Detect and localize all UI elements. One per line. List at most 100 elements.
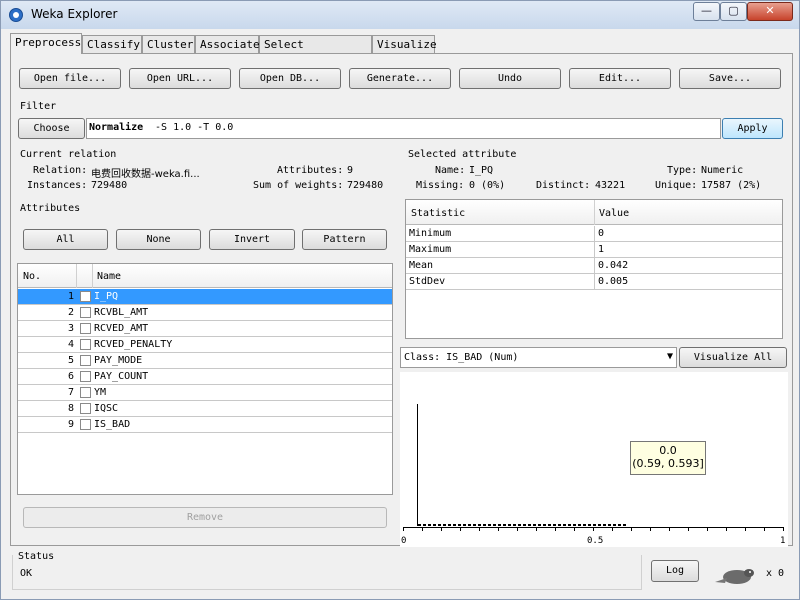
- row-attribute-name: RCVED_AMT: [94, 323, 149, 334]
- stat-value: 0.042: [598, 260, 629, 271]
- table-row[interactable]: 9 IS_BAD: [18, 417, 392, 433]
- column-header-statistic[interactable]: Statistic: [411, 208, 465, 219]
- table-row[interactable]: 6 PAY_COUNT: [18, 369, 392, 385]
- filter-args: -S 1.0 -T 0.0: [149, 122, 234, 133]
- statistics-table: Statistic Value Minimum 0 Maximum 1 Mean 0.04…: [405, 199, 783, 339]
- table-row[interactable]: 1 I_PQ: [18, 289, 392, 305]
- chevron-down-icon: ▼: [666, 351, 673, 362]
- row-checkbox[interactable]: [80, 323, 91, 334]
- stat-row[interactable]: Maximum 1: [406, 242, 782, 258]
- attr-type-label: Type:: [667, 165, 698, 176]
- filter-text-field[interactable]: Normalize -S 1.0 -T 0.0: [86, 118, 721, 139]
- row-checkbox[interactable]: [80, 403, 91, 414]
- filter-name: Normalize: [89, 122, 144, 133]
- close-button[interactable]: ✕: [747, 2, 793, 21]
- relation-label: Relation:: [33, 165, 88, 176]
- save-button[interactable]: Save...: [679, 68, 781, 89]
- table-row[interactable]: 2 RCVBL_AMT: [18, 305, 392, 321]
- row-attribute-name: RCVBL_AMT: [94, 307, 149, 318]
- invert-selection-button[interactable]: Invert: [209, 229, 295, 250]
- minimize-button[interactable]: —: [693, 2, 720, 21]
- histogram-tick-1: 1: [780, 536, 786, 546]
- row-number: 3: [67, 323, 74, 334]
- undo-button[interactable]: Undo: [459, 68, 561, 89]
- tab-preprocess[interactable]: Preprocess: [10, 33, 82, 54]
- pattern-button[interactable]: Pattern: [302, 229, 387, 250]
- row-checkbox[interactable]: [80, 291, 91, 302]
- tab-associate[interactable]: Associate: [195, 35, 260, 53]
- row-attribute-name: PAY_MODE: [94, 355, 143, 366]
- stat-row[interactable]: Minimum 0: [406, 226, 782, 242]
- column-header-name[interactable]: Name: [97, 271, 121, 282]
- stat-name: StdDev: [409, 276, 446, 287]
- status-text: OK: [20, 568, 33, 579]
- histogram-tick-0: 0: [401, 536, 407, 546]
- row-checkbox[interactable]: [80, 371, 91, 382]
- histogram-ticks: [403, 527, 784, 531]
- row-checkbox[interactable]: [80, 355, 91, 366]
- histogram-panel[interactable]: 0 0.5 1 0.0 (0.59, 0.593]: [400, 372, 788, 547]
- statistics-table-header: Statistic Value: [406, 200, 782, 225]
- log-button[interactable]: Log: [651, 560, 699, 582]
- row-attribute-name: RCVED_PENALTY: [94, 339, 173, 350]
- stat-name: Maximum: [409, 244, 452, 255]
- select-all-button[interactable]: All: [23, 229, 108, 250]
- remove-button[interactable]: Remove: [23, 507, 387, 528]
- column-header-no[interactable]: No.: [23, 271, 41, 282]
- current-relation-title: Current relation: [20, 149, 117, 160]
- attr-distinct-value: 43221: [595, 180, 626, 191]
- row-number: 8: [67, 403, 74, 414]
- attributes-count-label: Attributes:: [277, 165, 344, 176]
- attributes-count-value: 9: [347, 165, 354, 176]
- row-checkbox[interactable]: [80, 307, 91, 318]
- table-row[interactable]: 4 RCVED_PENALTY: [18, 337, 392, 353]
- histogram-small-bars: [418, 524, 628, 526]
- stat-row[interactable]: Mean 0.042: [406, 258, 782, 274]
- maximize-button[interactable]: ▢: [720, 2, 747, 21]
- attributes-table-body: 1 I_PQ 2 RCVBL_AMT 3 RCVED_AMT 4 RCVED_PENALTY 5…: [18, 289, 392, 433]
- visualize-all-button[interactable]: Visualize All: [679, 347, 787, 368]
- attr-unique-label: Unique:: [655, 180, 698, 191]
- tab-visualize[interactable]: Visualize: [372, 35, 437, 53]
- row-checkbox[interactable]: [80, 419, 91, 430]
- open-db-button[interactable]: Open DB...: [239, 68, 341, 89]
- sum-weights-value: 729480: [347, 180, 384, 191]
- table-row[interactable]: 3 RCVED_AMT: [18, 321, 392, 337]
- attr-type-value: Numeric: [701, 165, 744, 176]
- select-none-button[interactable]: None: [116, 229, 201, 250]
- row-checkbox[interactable]: [80, 387, 91, 398]
- table-row[interactable]: 7 YM: [18, 385, 392, 401]
- open-url-button[interactable]: Open URL...: [129, 68, 231, 89]
- edit-button[interactable]: Edit...: [569, 68, 671, 89]
- column-header-value[interactable]: Value: [599, 208, 629, 219]
- class-select-value: Class: IS_BAD (Num): [404, 352, 519, 363]
- filter-apply-button[interactable]: Apply: [722, 118, 783, 139]
- tab-cluster[interactable]: Cluster: [142, 35, 195, 53]
- stat-value: 0.005: [598, 276, 629, 287]
- title-bar[interactable]: Weka Explorer — ▢ ✕: [1, 1, 799, 29]
- attr-unique-value: 17587 (2%): [701, 180, 762, 191]
- generate-button[interactable]: Generate...: [349, 68, 451, 89]
- task-count: x 0: [766, 568, 785, 579]
- row-number: 6: [67, 371, 74, 382]
- open-file-button[interactable]: Open file...: [19, 68, 121, 89]
- filter-choose-button[interactable]: Choose: [18, 118, 85, 139]
- explorer-window: Weka Explorer — ▢ ✕ Preprocess Classify …: [0, 0, 800, 600]
- row-checkbox[interactable]: [80, 339, 91, 350]
- stat-name: Minimum: [409, 228, 452, 239]
- stat-row[interactable]: StdDev 0.005: [406, 274, 782, 290]
- row-attribute-name: PAY_COUNT: [94, 371, 149, 382]
- row-attribute-name: YM: [94, 387, 107, 398]
- attributes-section-title: Attributes: [20, 203, 81, 214]
- row-number: 9: [67, 419, 74, 430]
- tab-select-attributes[interactable]: Select attributes: [259, 35, 372, 68]
- tab-classify[interactable]: Classify: [82, 35, 142, 53]
- filter-section-title: Filter: [20, 101, 57, 112]
- class-select[interactable]: Class: IS_BAD (Num) ▼: [400, 347, 677, 368]
- table-row[interactable]: 8 IQSC: [18, 401, 392, 417]
- row-number: 5: [67, 355, 74, 366]
- table-row[interactable]: 5 PAY_MODE: [18, 353, 392, 369]
- row-number: 7: [67, 387, 74, 398]
- weka-app-icon: [9, 8, 23, 22]
- instances-label: Instances:: [27, 180, 88, 191]
